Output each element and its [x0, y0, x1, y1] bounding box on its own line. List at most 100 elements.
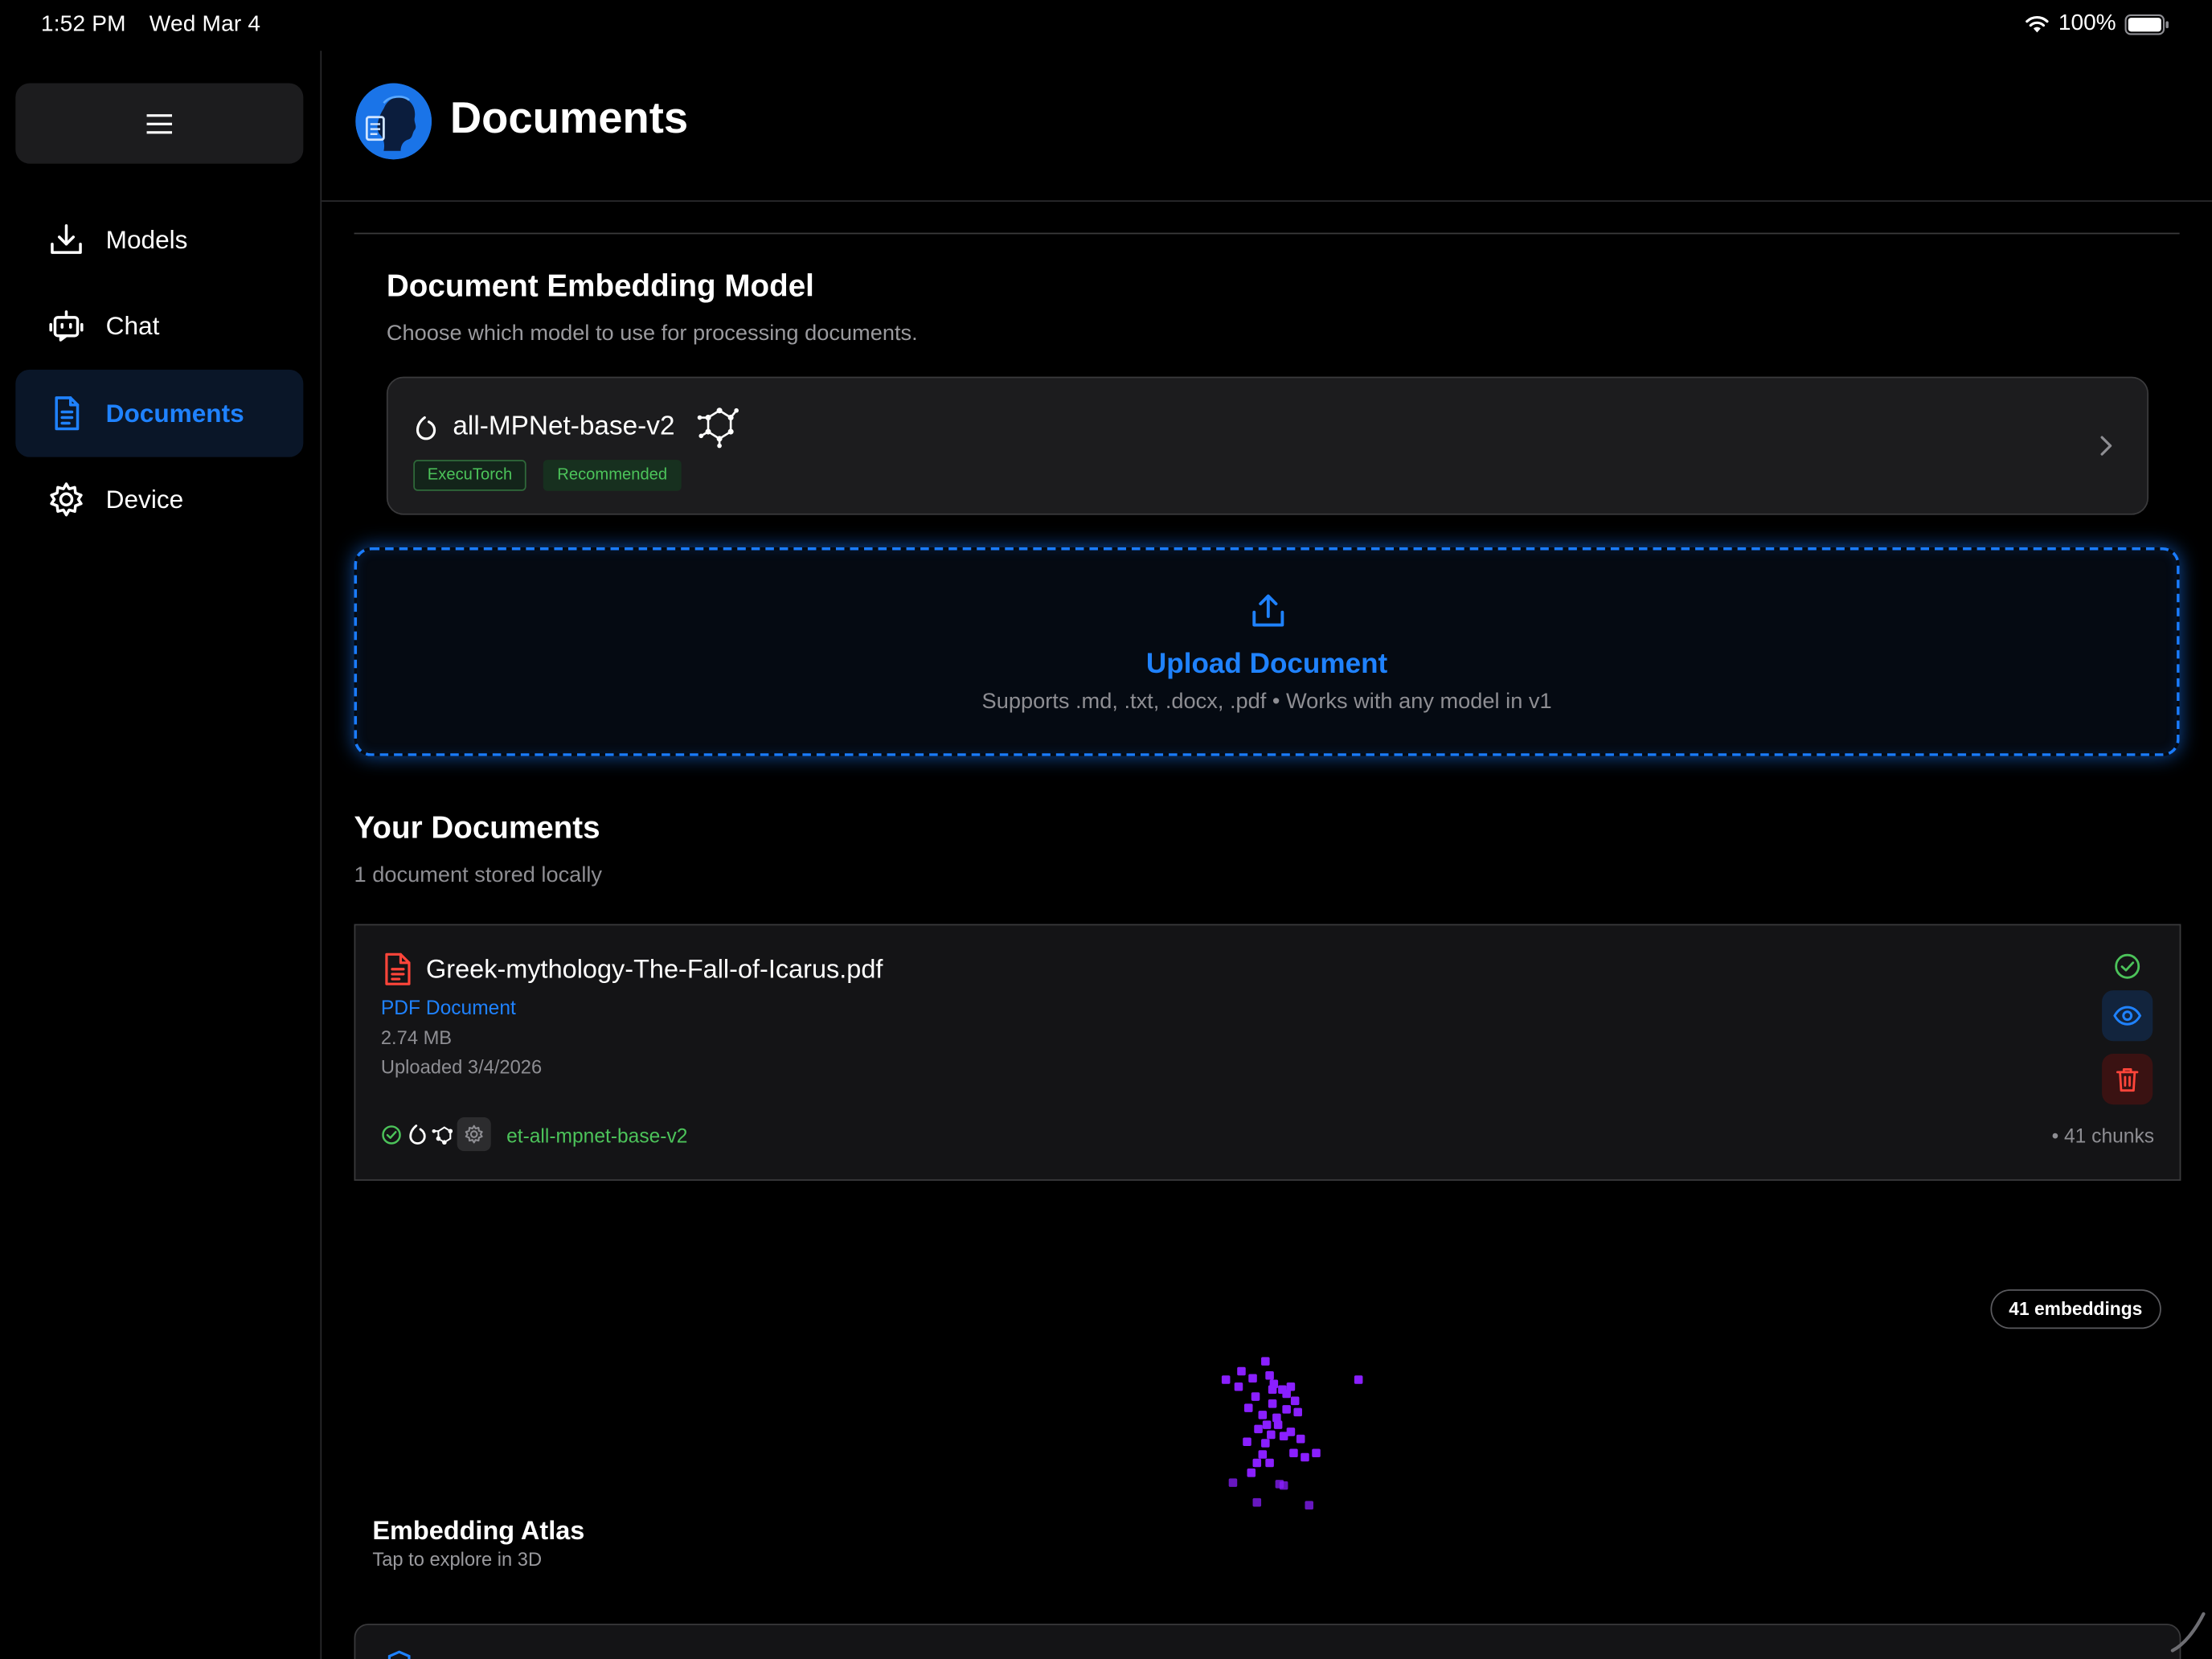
embedding-point — [1293, 1407, 1302, 1417]
embedding-point — [1265, 1458, 1274, 1468]
embedding-point — [1243, 1403, 1253, 1412]
embedding-section-subtitle: Choose which model to use for processing… — [386, 322, 918, 346]
embedding-point — [1261, 1357, 1270, 1366]
menu-button[interactable] — [15, 83, 304, 164]
embedding-atlas-subtitle: Tap to explore in 3D — [372, 1549, 543, 1571]
molecule-icon — [697, 408, 739, 449]
battery-icon — [2124, 14, 2169, 35]
embedding-point — [1265, 1370, 1274, 1380]
executorch-icon — [416, 416, 436, 440]
sidebar-item-label: Device — [105, 484, 184, 513]
embedding-point — [1305, 1501, 1313, 1509]
document-embedding-model: et-all-mpnet-base-v2 — [506, 1124, 688, 1147]
embedding-point — [1252, 1497, 1262, 1507]
sidebar-item-chat[interactable]: Chat — [15, 282, 303, 370]
page-header: Documents — [322, 51, 2212, 202]
sidebar-item-label: Chat — [105, 310, 160, 340]
upload-title: Upload Document — [1145, 649, 1388, 680]
section-divider — [354, 232, 2180, 235]
embedding-point — [1301, 1452, 1309, 1462]
chevron-right-icon — [2100, 436, 2112, 456]
embedding-point — [1262, 1420, 1272, 1429]
molecule-icon — [432, 1126, 453, 1145]
embedding-model-selector[interactable]: all-MPNet-base-v2 ExecuTorch Recommended — [386, 376, 2149, 515]
sidebar: Models Chat Documents Device — [0, 51, 322, 1659]
app-logo — [355, 83, 432, 160]
executorch-icon — [409, 1124, 426, 1145]
sidebar-item-documents[interactable]: Documents — [15, 369, 304, 457]
status-time: 1:52 PM Wed Mar 4 — [41, 13, 260, 39]
embedding-point — [1252, 1458, 1262, 1468]
embedding-point — [1228, 1478, 1238, 1487]
gear-icon — [465, 1124, 483, 1144]
status-date: Wed Mar 4 — [149, 12, 261, 37]
document-size: 2.74 MB — [380, 1026, 453, 1049]
embedding-point — [1268, 1399, 1277, 1408]
embedding-point — [1282, 1389, 1291, 1399]
embedding-point — [1254, 1424, 1263, 1434]
sidebar-item-device[interactable]: Device — [15, 456, 303, 543]
pencil-scroll-indicator — [2170, 1612, 2206, 1653]
eye-icon — [2113, 1006, 2142, 1026]
embedding-point — [1354, 1375, 1363, 1384]
document-type: PDF Document — [380, 996, 516, 1019]
gear-icon — [47, 480, 86, 519]
embedding-atlas-plot[interactable] — [1185, 1347, 1396, 1530]
view-document-button[interactable] — [2102, 990, 2153, 1042]
runtime-badge: ExecuTorch — [413, 460, 526, 491]
embedding-point — [1279, 1481, 1288, 1490]
document-chunk-count: • 41 chunks — [2051, 1124, 2155, 1147]
embedding-point — [1243, 1437, 1251, 1446]
sidebar-item-models[interactable]: Models — [15, 196, 303, 284]
document-name: Greek-mythology-The-Fall-of-Icarus.pdf — [426, 953, 883, 984]
documents-section-title: Your Documents — [354, 809, 600, 846]
document-upload-date: Uploaded 3/4/2026 — [380, 1056, 543, 1078]
hamburger-icon — [146, 113, 173, 133]
embedding-point — [1282, 1405, 1291, 1414]
recommended-badge: Recommended — [543, 460, 682, 491]
embedding-point — [1286, 1428, 1296, 1436]
embedding-point — [1296, 1434, 1305, 1444]
privacy-security-card[interactable] — [354, 1624, 2181, 1659]
embedding-point — [1248, 1374, 1257, 1382]
embedding-point — [1273, 1420, 1283, 1429]
status-clock: 1:52 PM — [40, 12, 126, 37]
check-circle-icon — [2115, 953, 2140, 979]
battery-percent: 100% — [2058, 11, 2116, 35]
check-circle-icon — [382, 1125, 401, 1145]
upload-subtitle: Supports .md, .txt, .docx, .pdf • Works … — [981, 690, 1552, 715]
embedding-point — [1312, 1448, 1321, 1458]
page-title: Documents — [449, 92, 689, 143]
embedding-point — [1258, 1450, 1268, 1459]
embedding-point — [1221, 1375, 1231, 1384]
embedding-point — [1268, 1385, 1277, 1395]
trash-icon — [2116, 1067, 2139, 1092]
documents-count: 1 document stored locally — [354, 863, 603, 887]
shield-icon — [387, 1650, 411, 1659]
document-icon — [47, 394, 86, 433]
embedding-point — [1237, 1366, 1246, 1376]
embedding-point — [1258, 1411, 1268, 1419]
delete-document-button[interactable] — [2102, 1054, 2153, 1105]
model-name: all-MPNet-base-v2 — [453, 412, 675, 442]
embedding-point — [1251, 1392, 1260, 1401]
embeddings-count-badge: 41 embeddings — [1990, 1289, 2161, 1329]
sidebar-item-label: Documents — [105, 398, 244, 427]
status-indicators: 100% — [2025, 11, 2170, 37]
embedding-point — [1234, 1382, 1243, 1391]
wifi-icon — [2026, 16, 2049, 33]
embedding-point — [1289, 1448, 1298, 1458]
model-settings-button[interactable] — [457, 1117, 491, 1152]
sidebar-item-label: Models — [105, 224, 188, 254]
embedding-point — [1261, 1439, 1270, 1448]
document-card[interactable]: Greek-mythology-The-Fall-of-Icarus.pdf P… — [354, 924, 2181, 1182]
robot-icon — [47, 306, 86, 346]
embedding-point — [1267, 1430, 1276, 1440]
upload-document-dropzone[interactable]: Upload Document Supports .md, .txt, .doc… — [354, 547, 2180, 756]
embedding-atlas-title: Embedding Atlas — [372, 1514, 585, 1545]
embedding-section-title: Document Embedding Model — [386, 268, 814, 304]
embedding-point — [1247, 1469, 1256, 1477]
embedding-point — [1290, 1396, 1300, 1406]
download-icon — [47, 220, 86, 260]
upload-icon — [1252, 594, 1284, 627]
